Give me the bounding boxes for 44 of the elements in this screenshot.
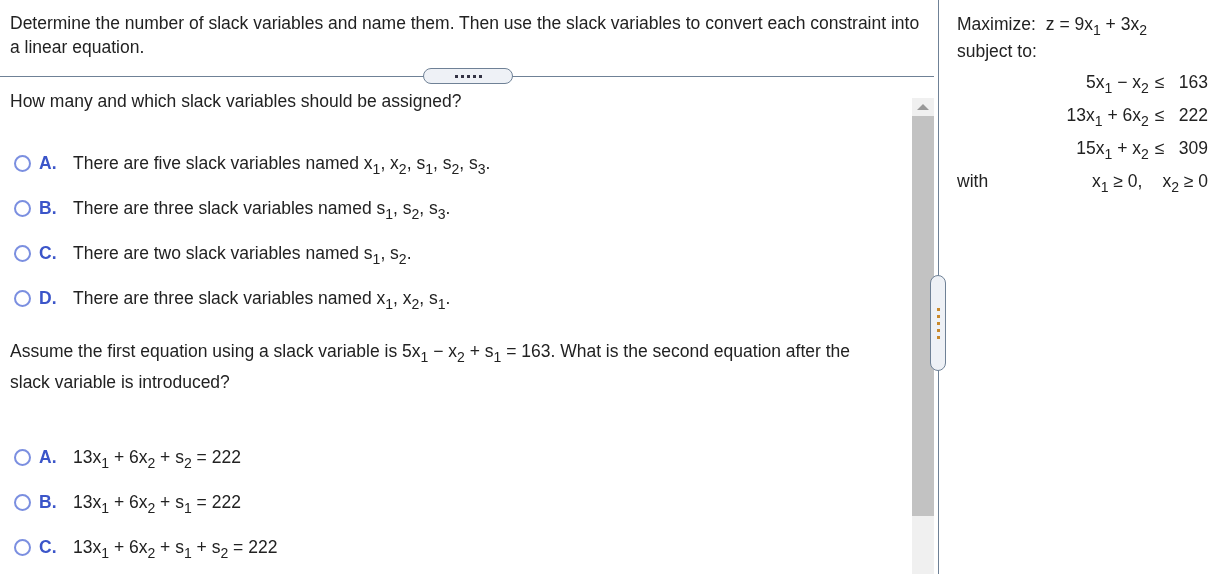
objective-label: Maximize: <box>957 13 1036 36</box>
option-letter: C. <box>39 536 58 558</box>
option-letter: B. <box>39 491 58 513</box>
resize-handle[interactable] <box>930 275 946 371</box>
option-text: 13x$_{1}$ + 6x$_{2}$ + s$_{1}$ = 222 <box>73 491 241 513</box>
nonnegativity-constraint: x$_{1}$ ≥ 0, <box>1091 171 1143 192</box>
option-letter: C. <box>39 242 58 264</box>
constraint-expression: 5x$_{1}$ − x$_{2}$ <box>1086 72 1149 93</box>
subject-to-label: subject to: <box>957 40 1038 63</box>
question-text: Assume the first equation using a slack variable is 5x$_{1}$ − x$_{2}$ + s$_{1}$ = 163. What is the second equation after the slack variable is introduced? <box>10 340 852 394</box>
question-text: How many and which slack variables should be assigned? <box>10 90 463 113</box>
instruction-text: Determine the number of slack variables and name them. Then use the slack variables to convert each constraint into a linear equation. <box>9 12 921 59</box>
option-letter: A. <box>39 152 58 174</box>
scrollbar-thumb[interactable] <box>912 116 934 516</box>
constraint-expression: 13x$_{1}$ + 6x$_{2}$ <box>1066 105 1149 126</box>
relation-sign: ≤ <box>1154 138 1166 159</box>
option-letter: B. <box>39 197 58 219</box>
scrollbar[interactable] <box>912 98 934 574</box>
option-text: There are three slack variables named x$_{1}$, x$_{2}$, s$_{1}$. <box>73 287 451 309</box>
radio-button[interactable] <box>14 154 31 172</box>
option-text: 13x$_{1}$ + 6x$_{2}$ + s$_{2}$ = 222 <box>73 446 241 468</box>
constraint-value: 309 <box>1178 138 1208 159</box>
with-label: with <box>957 171 989 192</box>
radio-button[interactable] <box>14 448 31 466</box>
option-text: There are two slack variables named s$_{1}$, s$_{2}$. <box>73 242 412 264</box>
constraint-value: 163 <box>1178 72 1208 93</box>
nonnegativity-constraint: x$_{2}$ ≥ 0 <box>1162 171 1208 192</box>
scroll-up-arrow-icon[interactable] <box>917 104 929 110</box>
constraint-value: 222 <box>1178 105 1208 126</box>
relation-sign: ≤ <box>1154 105 1166 126</box>
relation-sign: ≤ <box>1154 72 1166 93</box>
radio-button[interactable] <box>14 538 31 556</box>
constraint-expression: 15x$_{1}$ + x$_{2}$ <box>1076 138 1149 159</box>
option-letter: A. <box>39 446 58 468</box>
option-text: There are three slack variables named s$_{1}$, s$_{2}$, s$_{3}$. <box>73 197 451 219</box>
objective-function: z = 9x$_{1}$ + 3x$_{2}$ <box>1045 13 1147 36</box>
radio-button[interactable] <box>14 289 31 307</box>
radio-button[interactable] <box>14 244 31 262</box>
radio-button[interactable] <box>14 199 31 217</box>
resize-handle[interactable] <box>423 68 513 84</box>
option-text: 13x$_{1}$ + 6x$_{2}$ + s$_{1}$ + s$_{2}$ = 222 <box>73 536 278 558</box>
radio-button[interactable] <box>14 493 31 511</box>
option-letter: D. <box>39 287 58 309</box>
option-text: There are five slack variables named x$_{1}$, x$_{2}$, s$_{1}$, s$_{2}$, s$_{3}$. <box>73 152 491 174</box>
